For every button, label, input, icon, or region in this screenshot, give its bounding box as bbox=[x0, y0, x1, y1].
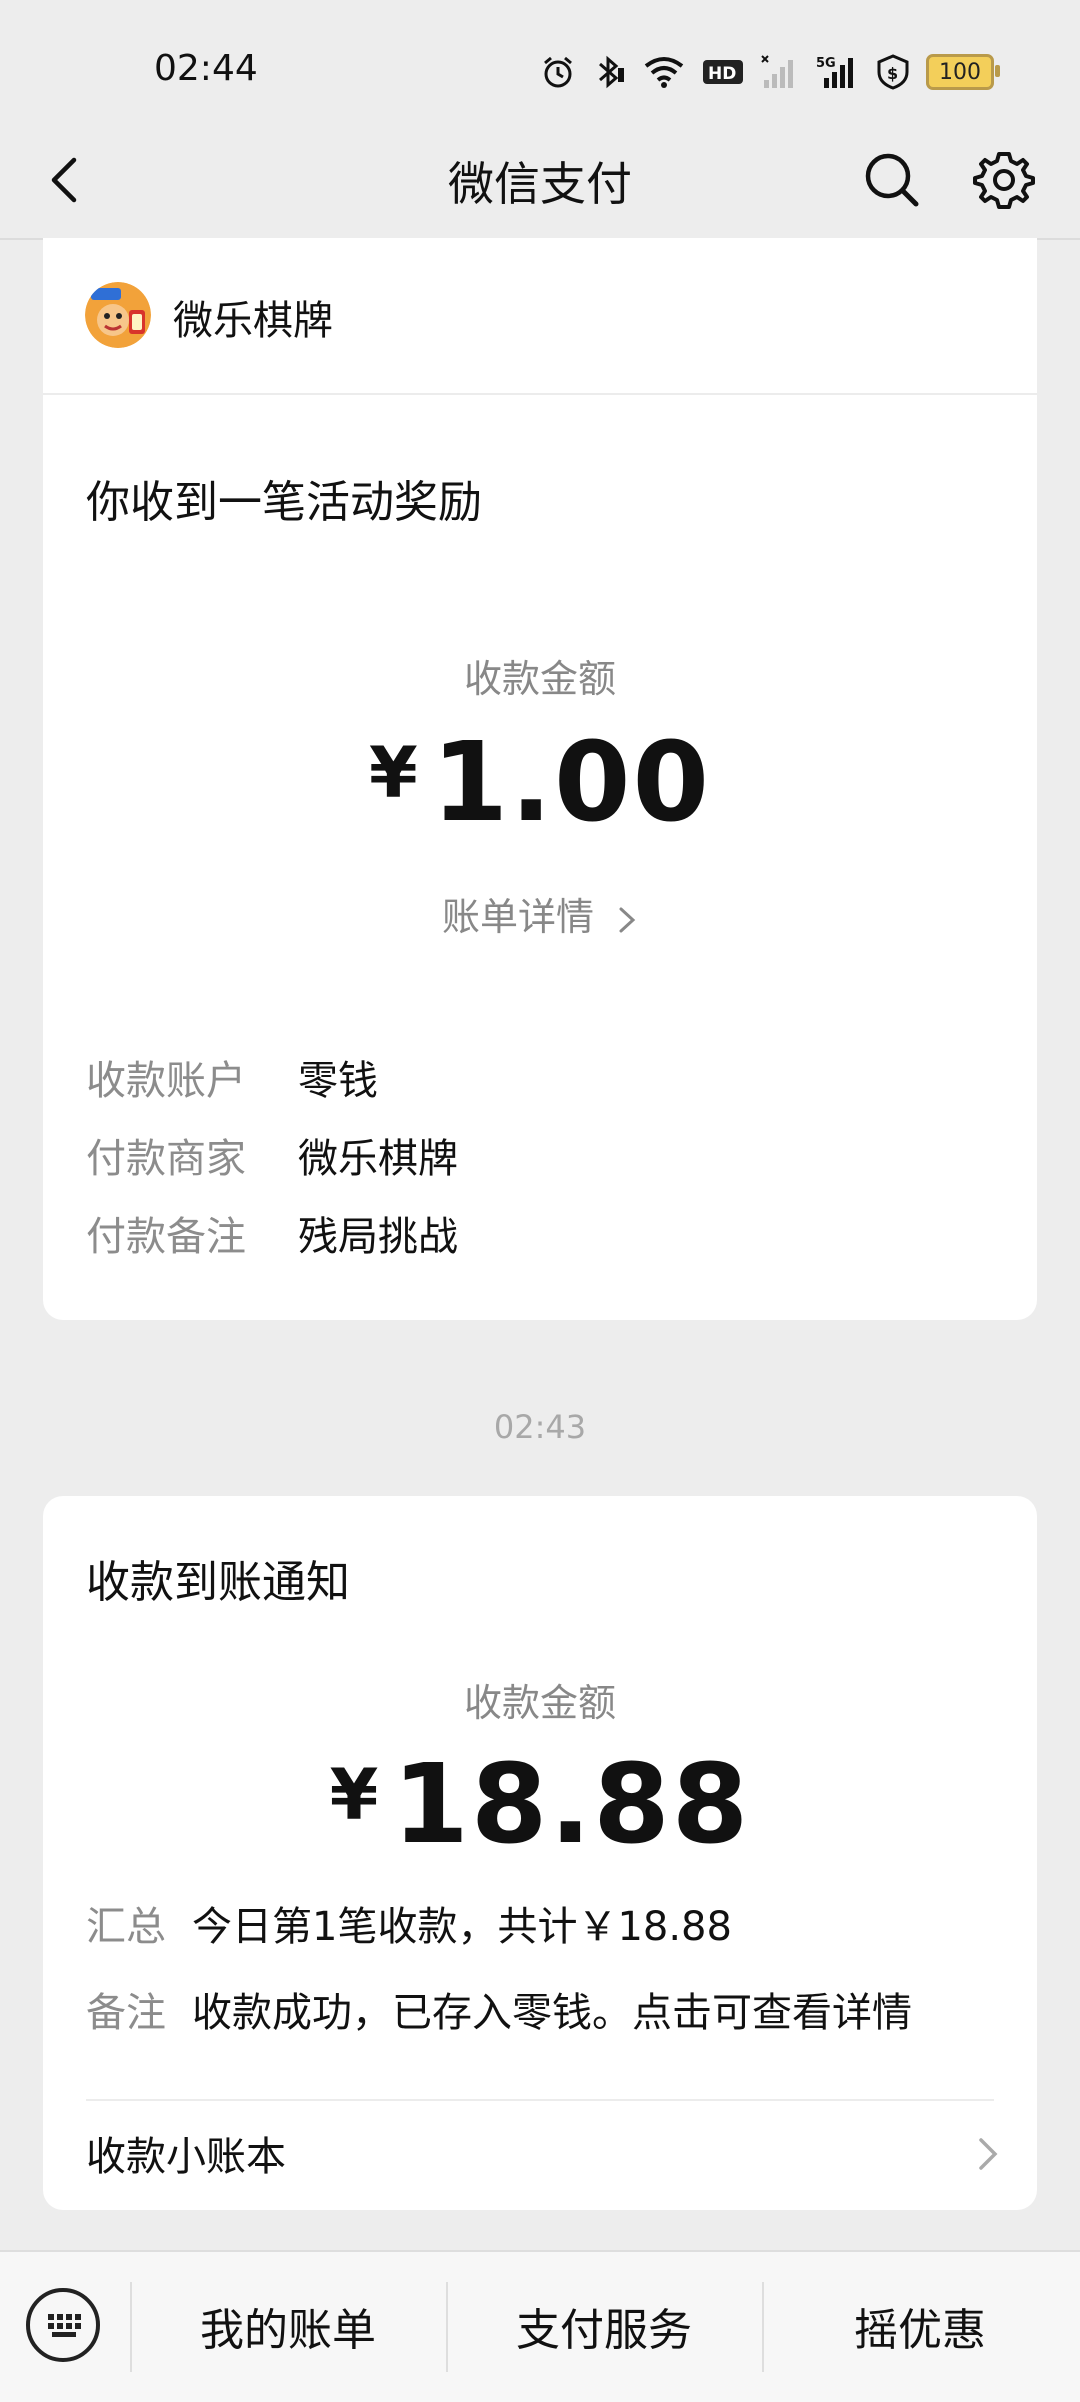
divider bbox=[86, 2099, 994, 2101]
alarm-icon bbox=[540, 54, 576, 90]
svg-text:HD: HD bbox=[708, 64, 736, 84]
detail-row: 收款账户 零钱 bbox=[86, 1048, 378, 1106]
menu-shake-deals[interactable]: 摇优惠 bbox=[762, 2294, 1078, 2358]
bluetooth-icon bbox=[592, 54, 626, 90]
amount-value: ¥18.88 bbox=[43, 1740, 1037, 1868]
signal-5g-icon: 5G bbox=[816, 54, 860, 90]
menu-payment-services[interactable]: 支付服务 bbox=[446, 2294, 762, 2358]
chevron-right-icon bbox=[619, 907, 636, 932]
hd-icon: HD bbox=[702, 57, 744, 87]
detail-value: 零钱 bbox=[298, 1058, 378, 1104]
detail-key: 付款商家 bbox=[86, 1136, 246, 1182]
ledger-link-label[interactable]: 收款小账本 bbox=[86, 2124, 286, 2182]
currency-symbol: ¥ bbox=[368, 732, 418, 814]
amount-number: 18.88 bbox=[392, 1740, 751, 1868]
battery-icon: 100 bbox=[926, 54, 1000, 90]
bottom-menu-bar: 我的账单 支付服务 摇优惠 bbox=[0, 2250, 1080, 2402]
detail-row: 付款商家 微乐棋牌 bbox=[86, 1126, 458, 1184]
status-bar: 02:44 HD 5G $ 100 bbox=[0, 0, 1080, 140]
amount-label: 收款金额 bbox=[463, 657, 616, 701]
currency-symbol: ¥ bbox=[329, 1754, 379, 1836]
search-button[interactable] bbox=[862, 150, 922, 210]
detail-value: 残局挑战 bbox=[298, 1214, 458, 1260]
detail-value: 收款成功，已存入零钱。点击可查看详情 bbox=[192, 1990, 912, 2036]
detail-row: 备注 收款成功，已存入零钱。点击可查看详情 bbox=[86, 1980, 912, 2038]
detail-key: 收款账户 bbox=[86, 1058, 246, 1104]
keyboard-icon bbox=[48, 2314, 81, 2337]
detail-value: 微乐棋牌 bbox=[298, 1136, 458, 1182]
merchant-name: 微乐棋牌 bbox=[173, 298, 333, 344]
search-icon bbox=[865, 153, 919, 207]
amount-number: 1.00 bbox=[431, 718, 712, 846]
detail-value: 今日第1笔收款，共计￥18.88 bbox=[192, 1904, 732, 1950]
notice-headline: 你收到一笔活动奖励 bbox=[86, 477, 482, 528]
detail-row: 汇总 今日第1笔收款，共计￥18.88 bbox=[86, 1894, 732, 1952]
merchant-avatar bbox=[85, 282, 151, 348]
status-time: 02:44 bbox=[154, 48, 258, 89]
svg-text:$: $ bbox=[887, 64, 898, 83]
chevron-right-icon[interactable] bbox=[973, 2134, 1003, 2174]
wifi-icon bbox=[642, 54, 686, 90]
payment-received-card[interactable]: 收款到账通知 收款金额 ¥18.88 汇总 今日第1笔收款，共计￥18.88 备… bbox=[43, 1496, 1037, 2210]
bill-detail-label: 账单详情 bbox=[441, 895, 594, 939]
gear-icon bbox=[973, 152, 1035, 209]
svg-text:5G: 5G bbox=[816, 56, 836, 71]
notice-headline: 收款到账通知 bbox=[86, 1557, 350, 1608]
menu-my-bills[interactable]: 我的账单 bbox=[130, 2294, 446, 2358]
keyboard-toggle-button[interactable] bbox=[26, 2288, 100, 2362]
reward-notice-card[interactable]: 微乐棋牌 你收到一笔活动奖励 收款金额 ¥1.00 账单详情 收款账户 零钱 付… bbox=[43, 238, 1037, 1320]
signal-sim1-icon bbox=[760, 54, 800, 90]
status-icons: HD 5G $ 100 bbox=[540, 50, 1000, 94]
bill-detail-link[interactable]: 账单详情 bbox=[43, 886, 1037, 941]
shield-dollar-icon: $ bbox=[876, 54, 910, 90]
detail-key: 备注 bbox=[86, 1990, 166, 2036]
message-timestamp: 02:43 bbox=[493, 1408, 587, 1446]
detail-key: 汇总 bbox=[86, 1904, 166, 1950]
amount-value: ¥1.00 bbox=[43, 718, 1037, 846]
amount-label: 收款金额 bbox=[463, 1681, 616, 1725]
nav-bar: 微信支付 bbox=[0, 120, 1080, 240]
detail-row: 付款备注 残局挑战 bbox=[86, 1204, 458, 1262]
detail-key: 付款备注 bbox=[86, 1214, 246, 1260]
settings-button[interactable] bbox=[972, 148, 1036, 212]
merchant-header[interactable]: 微乐棋牌 bbox=[43, 238, 1037, 395]
